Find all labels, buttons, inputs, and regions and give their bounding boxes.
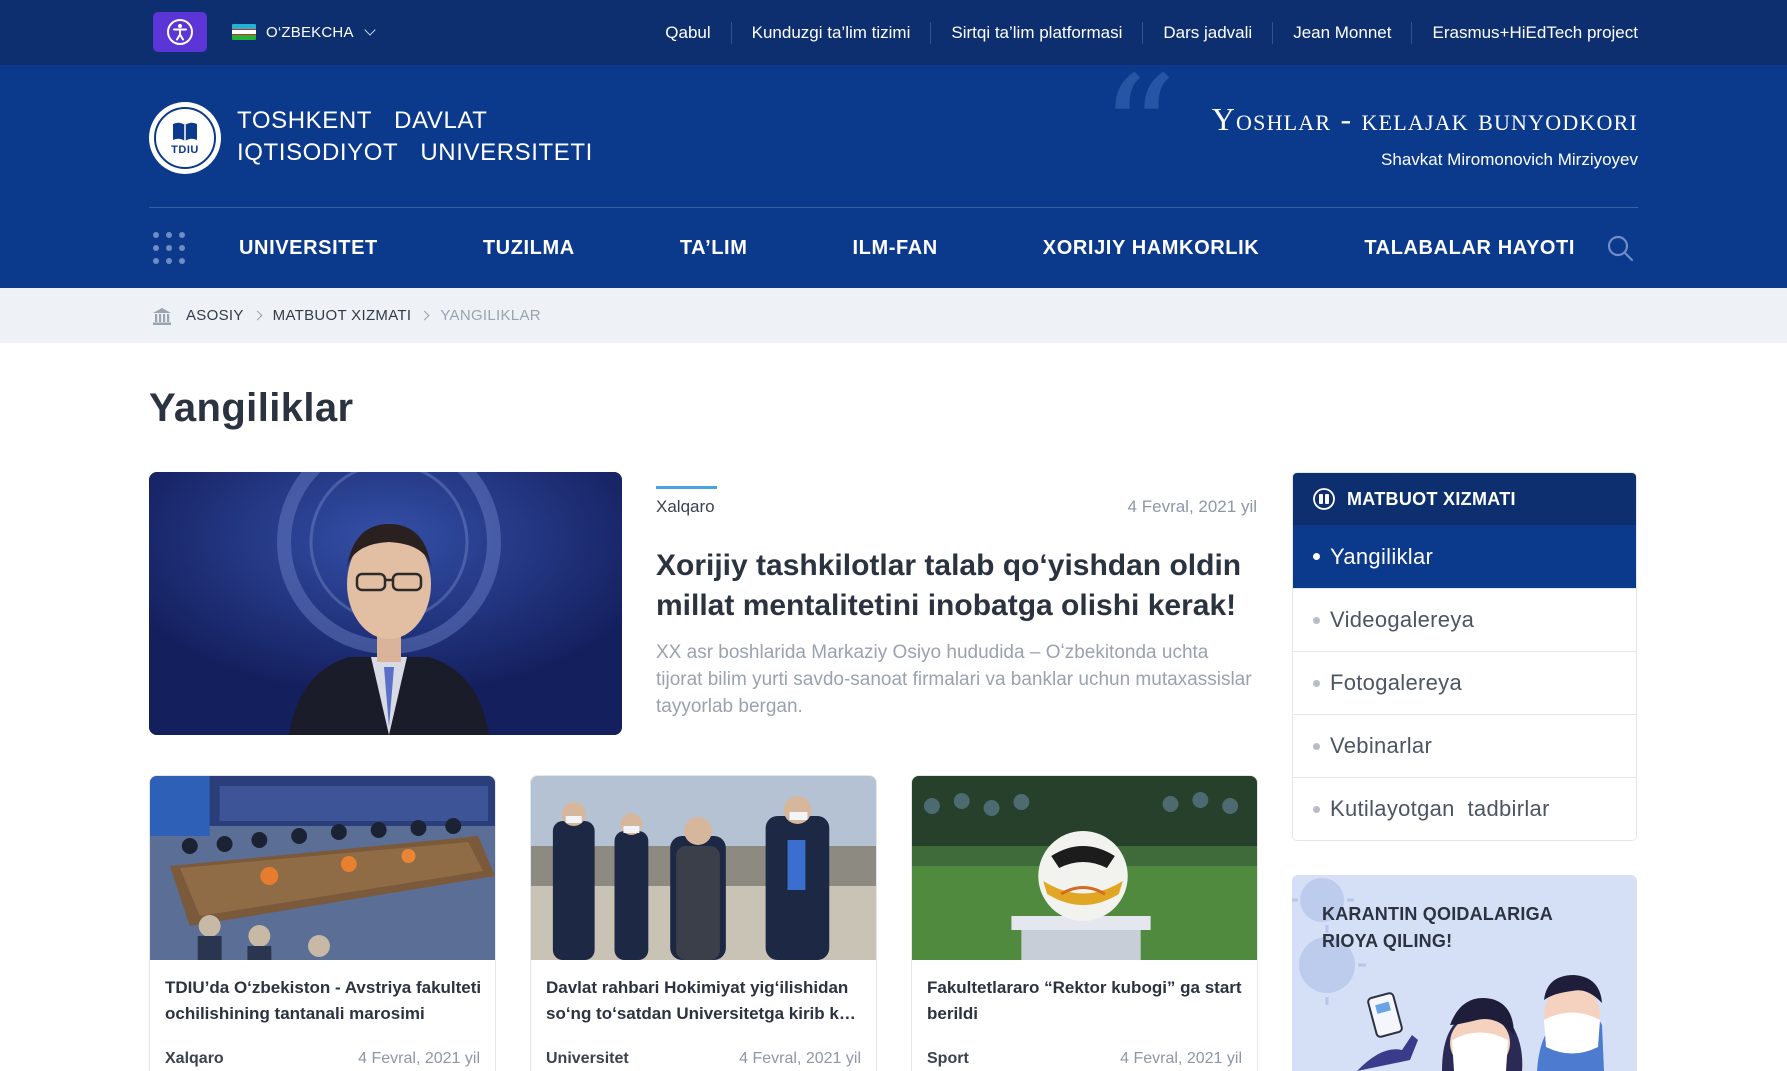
featured-accent-line [656,486,717,489]
news-card-title[interactable]: Fakultetlararo “Rektor kubogi” ga start … [927,975,1245,1027]
sidebar-item-fotogalereya[interactable]: Fotogalereya [1293,651,1636,714]
news-card[interactable]: Davlat rahbari Hokimiyat yigʻilishidan s… [530,775,877,1071]
top-link-erasmus[interactable]: Erasmus+HiEdTech project [1411,21,1638,44]
bullet-icon [1313,553,1320,560]
sidebar-item-label: Vebinarlar [1330,733,1433,758]
nav-tuzilma[interactable]: TUZILMA [483,237,575,260]
quote-mark: “ [1100,45,1177,219]
nav-talabalar-hayoti[interactable]: TALABALAR HAYOTI [1364,237,1575,260]
quarantine-banner-text: KARANTIN QOIDALARIGA RIOYA QILING! [1322,901,1582,955]
university-name-line1: TOSHKENT DAVLAT [237,107,488,134]
news-card-title[interactable]: Davlat rahbari Hokimiyat yigʻilishidan s… [546,975,864,1027]
nav-universitet[interactable]: UNIVERSITET [239,237,378,260]
breadcrumb: ASOSIY MATBUOT XIZMATI YANGILIKLAR [152,288,541,343]
featured-image[interactable] [149,472,622,735]
bullet-icon [1313,616,1320,624]
bullet-icon [1313,679,1320,687]
top-link-dars-jadvali[interactable]: Dars jadvali [1142,21,1272,44]
news-card-title-line1: Davlat rahbari Hokimiyat yigʻilishidan [546,978,849,997]
chevron-right-icon [419,310,430,321]
top-link-jean-monnet[interactable]: Jean Monnet [1272,21,1411,44]
news-card-category[interactable]: Xalqaro [165,1050,224,1068]
featured-date: 4 Fevral, 2021 yil [1127,497,1257,516]
search-icon[interactable] [1606,234,1634,262]
press-service-icon [1313,488,1335,510]
chevron-down-icon [363,24,376,36]
nav-items: UNIVERSITET TUZILMA TA’LIM ILM-FAN XORIJ… [239,237,1575,260]
grid-menu-icon[interactable] [153,232,185,264]
featured-category[interactable]: Xalqaro [656,497,715,517]
slogan: Yoshlar - kelajak bunyodkori [1211,101,1638,137]
featured-description: XX asr boshlarida Markaziy Osiyo hududid… [656,642,1252,717]
book-icon [173,122,197,141]
site-header: TDIU TOSHKENT DAVLAT IQTISODIYOT UNIVERS… [0,57,1787,288]
uzbekistan-flag-icon [232,24,256,40]
sidebar-item-yangiliklar[interactable]: Yangiliklar [1293,525,1636,588]
sidebar-heading: MATBUOT XIZMATI [1293,473,1636,525]
news-card-date: 4 Fevral, 2021 yil [358,1050,480,1067]
university-name[interactable]: TOSHKENT DAVLAT IQTISODIYOT UNIVERSITETI [237,105,593,169]
sidebar-item-label: Yangiliklar [1330,543,1434,569]
quarantine-banner[interactable]: KARANTIN QOIDALARIGA RIOYA QILING! [1292,875,1637,1071]
sidebar-item-label: Fotogalereya [1330,670,1463,695]
sidebar-item-label: Kutilayotgan tadbirlar [1330,796,1550,821]
news-card-image [531,776,876,960]
featured-photo [149,472,622,735]
accessibility-icon [167,19,193,45]
news-card-category[interactable]: Sport [927,1050,969,1068]
nav-ilm-fan[interactable]: ILM-FAN [852,237,937,260]
sidebar-item-kutilayotgan-tadbirlar[interactable]: Kutilayotgan tadbirlar [1293,777,1636,840]
featured-title[interactable]: Xorijiy tashkilotlar talab qoʻyishdan ol… [656,546,1256,626]
quarantine-banner-line1: KARANTIN QOIDALARIGA [1322,904,1553,924]
sidebar-item-vebinarlar[interactable]: Vebinarlar [1293,714,1636,777]
breadcrumb-item-matbuot[interactable]: MATBUOT XIZMATI [273,307,412,324]
news-card[interactable]: TDIU’da Oʻzbekiston - Avstriya fakulteti… [149,775,496,1071]
language-selector[interactable]: O‘ZBEKCHA [232,20,376,44]
sidebar-item-label: Videogalereya [1330,607,1475,632]
news-card-date: 4 Fevral, 2021 yil [739,1050,861,1067]
university-name-line2: IQTISODIYOT UNIVERSITETI [237,139,593,166]
news-card-date: 4 Fevral, 2021 yil [1120,1050,1242,1067]
sidebar-heading-label: MATBUOT XIZMATI [1347,488,1516,509]
top-link-qabul[interactable]: Qabul [645,22,730,44]
chevron-right-icon [252,310,263,321]
slogan-author: Shavkat Miromonovich Mirziyoyev [1381,150,1638,169]
university-logo[interactable]: TDIU [149,102,221,174]
language-label: O‘ZBEKCHA [266,23,354,41]
home-icon[interactable] [152,306,172,326]
logo-abbreviation: TDIU [171,143,199,156]
news-card-title[interactable]: TDIU’da Oʻzbekiston - Avstriya fakulteti… [165,975,483,1027]
press-service-sidebar: MATBUOT XIZMATI Yangiliklar Videogalerey… [1292,472,1637,841]
news-card[interactable]: Fakultetlararo “Rektor kubogi” ga start … [911,775,1258,1071]
news-card-title-line2: soʻng toʻsatdan Universitetga kirib kel.… [546,1004,864,1023]
bullet-icon [1313,742,1320,750]
nav-talim[interactable]: TA’LIM [680,237,748,260]
breadcrumb-bar: ASOSIY MATBUOT XIZMATI YANGILIKLAR [0,288,1787,343]
news-card-category[interactable]: Universitet [546,1050,629,1068]
logo-emblem: TDIU [154,107,216,169]
news-card-image [912,776,1257,960]
page-title: Yangiliklar [149,386,354,430]
main-navigation: UNIVERSITET TUZILMA TA’LIM ILM-FAN XORIJ… [149,208,1638,288]
breadcrumb-item-asosiy[interactable]: ASOSIY [186,307,244,324]
bullet-icon [1313,805,1320,813]
quarantine-banner-line2: RIOYA QILING! [1322,931,1453,951]
sidebar-item-videogalereya[interactable]: Videogalereya [1293,588,1636,651]
top-link-sirtqi[interactable]: Sirtqi ta’lim platformasi [930,21,1142,44]
top-link-kunduzgi[interactable]: Kunduzgi ta’lim tizimi [730,21,931,44]
nav-xorijiy-hamkorlik[interactable]: XORIJIY HAMKORLIK [1043,237,1260,260]
accessibility-button[interactable] [153,12,207,52]
top-utility-bar: O‘ZBEKCHA Qabul Kunduzgi ta’lim tizimi S… [0,0,1787,65]
news-card-image [150,776,495,960]
breadcrumb-item-current: YANGILIKLAR [440,307,541,324]
